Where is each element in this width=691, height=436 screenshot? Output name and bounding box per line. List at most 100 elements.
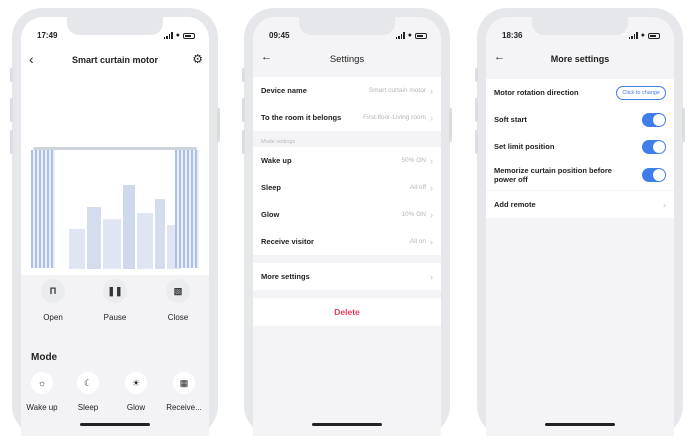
battery-icon [415,32,427,39]
mode-title: Mode [31,352,58,363]
memorize-position-label: Memorize curtain position before power o… [494,166,612,184]
mode-row-label: Wake up [261,156,292,165]
remote-card: Add remote › [486,191,674,218]
mode-row-value: All off [409,184,426,191]
signal-icon [163,32,173,39]
side-button [217,108,220,142]
side-button [475,68,478,82]
glow-icon: ☀ [125,372,147,394]
pause-label: Pause [103,313,127,322]
signal-icon [628,32,638,39]
left-curtain-panel [31,150,55,268]
motor-direction-row: Motor rotation direction Click to change [486,79,674,106]
side-button [449,108,452,142]
mode-receive-visitor[interactable]: ▦ Receive... [161,372,207,412]
sunrise-icon: ☼ [31,372,53,394]
open-label: Open [43,313,63,322]
room-label: To the room it belongs [261,113,342,122]
phone-curtain-control: 17:49 ● ‹ Smart curtain motor ⚙ Π Open ❚… [10,8,220,436]
room-row[interactable]: To the room it belongs First floor-Livin… [253,104,441,131]
click-to-change-button[interactable]: Click to change [616,85,666,100]
mode-row-glow[interactable]: Glow 10% ON › [253,201,441,228]
wifi-icon: ● [640,32,645,39]
status-time: 18:36 [502,31,523,40]
nav-bar: ← Settings [253,51,441,67]
battery-icon [183,32,195,39]
page-title: Settings [329,54,365,65]
side-button [10,130,13,154]
limit-position-row: Set limit position [486,133,674,160]
more-settings-card: More settings › [253,263,441,290]
open-button[interactable]: Π Open [28,279,78,322]
device-name-row[interactable]: Device name Smart curtain motor › [253,77,441,104]
mode-row-value: All on [409,238,426,245]
device-info-card: Device name Smart curtain motor › To the… [253,77,441,131]
screen: 18:36 ● ← More settings Motor rotation d… [486,17,674,436]
curtain-illustration [29,137,201,269]
phone-more-settings: 18:36 ● ← More settings Motor rotation d… [475,8,685,436]
side-button [10,68,13,82]
pause-button[interactable]: ❚❚ Pause [90,279,140,322]
mode-row-label: Receive visitor [261,237,314,246]
side-button [242,98,245,122]
home-indicator[interactable] [545,423,615,426]
mode-label: Glow [126,403,146,412]
motor-settings-card: Motor rotation direction Click to change… [486,79,674,190]
status-time: 09:45 [269,31,290,40]
nav-bar: ‹ Smart curtain motor ⚙ [21,51,209,69]
chevron-right-icon: › [663,199,666,210]
mode-row-wake-up[interactable]: Wake up 50% ON › [253,147,441,174]
soft-start-row: Soft start [486,106,674,133]
limit-position-toggle[interactable] [642,139,666,154]
chevron-right-icon: › [430,85,433,96]
delete-button[interactable]: Delete [253,298,441,326]
right-curtain-panel [175,150,199,268]
side-button [10,98,13,122]
device-name-value: Smart curtain motor [368,87,426,94]
home-indicator[interactable] [80,423,150,426]
soft-start-toggle[interactable] [642,112,666,127]
chevron-right-icon: › [430,155,433,166]
curtain-controls: Π Open ❚❚ Pause ▧ Close [21,279,209,329]
chevron-right-icon: › [430,112,433,123]
wifi-icon: ● [407,32,412,39]
wifi-icon: ● [175,32,180,39]
room-value: First floor-Living room [363,114,426,121]
curtain-rod [33,147,197,150]
mode-glow[interactable]: ☀ Glow [113,372,159,412]
mode-label: Wake up [26,403,58,412]
settings-gear-icon[interactable]: ⚙ [192,52,203,66]
add-remote-row[interactable]: Add remote › [486,191,674,218]
memorize-position-row: Memorize curtain position before power o… [486,160,674,190]
soft-start-label: Soft start [494,115,527,124]
mode-settings-section-label: Mode settings [261,139,296,145]
close-button[interactable]: ▧ Close [153,279,203,322]
notch [67,17,163,35]
side-button [242,68,245,82]
pause-icon: ❚❚ [103,279,127,303]
city-skyline-illustration [63,177,181,269]
screen: 09:45 ● ← Settings Device name Smart cur… [253,17,441,436]
side-button [475,130,478,154]
status-time: 17:49 [37,31,58,40]
page-title: More settings [550,54,610,64]
mode-wake-up[interactable]: ☼ Wake up [21,372,65,412]
mode-row-sleep[interactable]: Sleep All off › [253,174,441,201]
mode-panel: Mode ☼ Wake up ☾ Sleep ☀ Glow ▦ Receive.… [21,340,209,436]
signal-icon [395,32,405,39]
home-indicator[interactable] [312,423,382,426]
mode-row-receive-visitor[interactable]: Receive visitor All on › [253,228,441,255]
limit-position-label: Set limit position [494,142,555,151]
close-curtain-icon: ▧ [166,279,190,303]
more-settings-row[interactable]: More settings › [253,263,441,290]
mode-row-value: 50% ON [401,157,426,164]
chevron-right-icon: › [430,236,433,247]
mode-label: Receive... [166,403,202,412]
battery-icon [648,32,660,39]
notch [299,17,395,35]
device-name-label: Device name [261,86,307,95]
mode-sleep[interactable]: ☾ Sleep [65,372,111,412]
screen: 17:49 ● ‹ Smart curtain motor ⚙ Π Open ❚… [21,17,209,436]
memorize-position-toggle[interactable] [642,168,666,182]
open-curtain-icon: Π [41,279,65,303]
